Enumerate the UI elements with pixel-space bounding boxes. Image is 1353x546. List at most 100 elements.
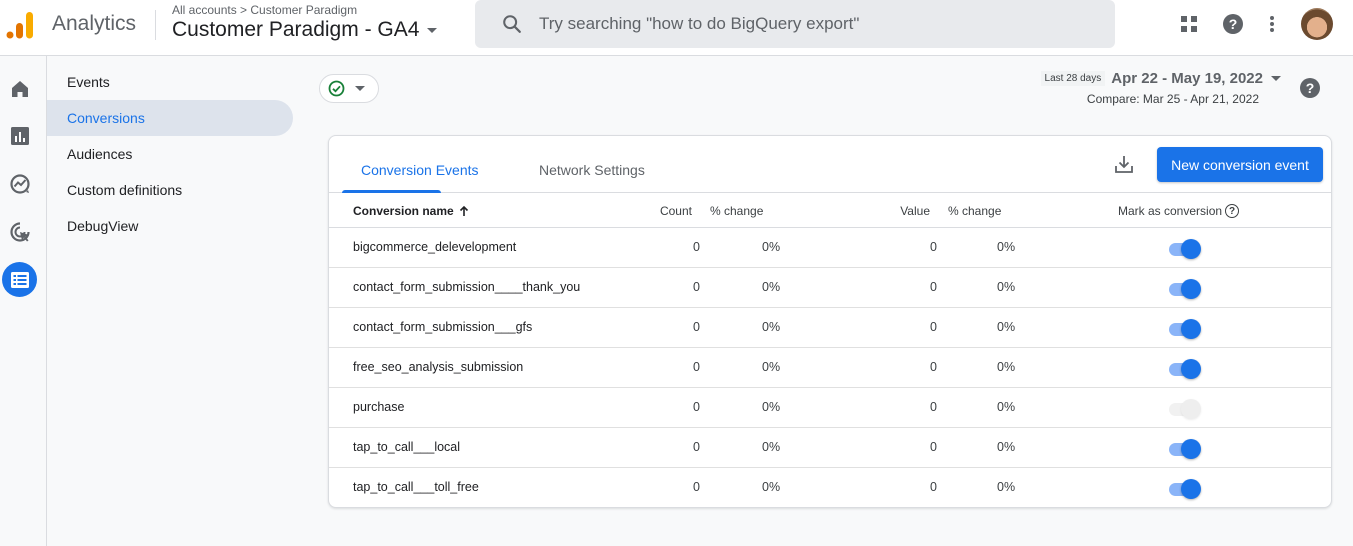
conversion-name: purchase	[353, 400, 405, 414]
rail-item-reports[interactable]	[4, 120, 36, 152]
table-row: contact_form_submission____thank_you 0 0…	[329, 268, 1331, 308]
value-change-cell: 0%	[997, 240, 1016, 254]
rail-item-configure[interactable]	[2, 262, 37, 297]
date-range-picker[interactable]: Last 28 days Apr 22 - May 19, 2022 Compa…	[1040, 70, 1281, 106]
avatar[interactable]	[1301, 8, 1333, 40]
conversion-name: contact_form_submission___gfs	[353, 320, 533, 334]
count-change-cell: 0%	[762, 240, 781, 254]
column-label: Conversion name	[353, 204, 454, 218]
count-cell: 0	[693, 240, 700, 254]
count-change-cell: 0%	[762, 280, 781, 294]
mark-as-conversion-toggle[interactable]	[1167, 478, 1203, 500]
column-header-count-change[interactable]: % change	[710, 204, 763, 218]
analytics-logo-icon[interactable]	[6, 9, 34, 39]
mark-as-conversion-toggle-disabled	[1167, 398, 1203, 420]
count-change-cell: 0%	[762, 480, 781, 494]
value-cell: 0	[930, 360, 937, 374]
count-cell: 0	[693, 320, 700, 334]
subnav-label: DebugView	[67, 218, 139, 234]
search-bar[interactable]	[475, 0, 1115, 48]
help-icon[interactable]: ?	[1221, 12, 1245, 36]
value-change-cell: 0%	[997, 320, 1016, 334]
configure-subnav: Events Conversions Audiences Custom defi…	[47, 56, 297, 244]
property-selector[interactable]: Customer Paradigm - GA4	[172, 18, 438, 42]
toggle-knob	[1181, 359, 1201, 379]
toggle-knob	[1181, 439, 1201, 459]
count-cell: 0	[693, 440, 700, 454]
rail-item-home[interactable]	[4, 73, 36, 105]
list-icon	[10, 271, 29, 288]
count-change-cell: 0%	[762, 320, 781, 334]
mark-as-conversion-toggle[interactable]	[1167, 358, 1203, 380]
value-cell: 0	[930, 440, 937, 454]
table-row: contact_form_submission___gfs 0 0% 0 0%	[329, 308, 1331, 348]
explore-icon	[10, 174, 30, 194]
rail-item-advertising[interactable]	[4, 216, 36, 248]
column-header-value-change[interactable]: % change	[948, 204, 1001, 218]
breadcrumb[interactable]: All accounts > Customer Paradigm	[172, 3, 357, 17]
help-circle-icon[interactable]: ?	[1225, 204, 1240, 218]
mark-as-conversion-toggle[interactable]	[1167, 318, 1203, 340]
count-cell: 0	[693, 400, 700, 414]
value-cell: 0	[930, 240, 937, 254]
toggle-knob	[1181, 319, 1201, 339]
table-row: free_seo_analysis_submission 0 0% 0 0%	[329, 348, 1331, 388]
mark-as-conversion-toggle[interactable]	[1167, 278, 1203, 300]
conversion-name: free_seo_analysis_submission	[353, 360, 524, 374]
comparison-filter-chip[interactable]	[319, 74, 379, 103]
mark-as-conversion-toggle[interactable]	[1167, 438, 1203, 460]
column-header-value[interactable]: Value	[900, 204, 930, 218]
conversions-card: Conversion Events Network Settings New c…	[328, 135, 1332, 508]
new-conversion-event-button[interactable]: New conversion event	[1157, 147, 1323, 182]
value-change-cell: 0%	[997, 440, 1016, 454]
count-cell: 0	[693, 280, 700, 294]
toggle-knob	[1181, 239, 1201, 259]
count-cell: 0	[693, 480, 700, 494]
download-icon[interactable]	[1113, 153, 1135, 175]
table-row: purchase 0 0% 0 0%	[329, 388, 1331, 428]
svg-text:?: ?	[1229, 16, 1238, 32]
conversion-name: tap_to_call___toll_free	[353, 480, 479, 494]
table-header: Conversion name Count % change Value % c…	[329, 193, 1331, 228]
subnav-item-debugview[interactable]: DebugView	[47, 208, 293, 244]
help-icon[interactable]: ?	[1299, 77, 1321, 99]
value-change-cell: 0%	[997, 280, 1016, 294]
value-cell: 0	[930, 280, 937, 294]
toggle-knob	[1181, 399, 1201, 419]
conversion-name: bigcommerce_delevelopment	[353, 240, 517, 254]
apps-grid-icon[interactable]	[1177, 12, 1201, 36]
left-rail	[0, 56, 47, 546]
subnav-item-conversions[interactable]: Conversions	[47, 100, 293, 136]
table-row: tap_to_call___local 0 0% 0 0%	[329, 428, 1331, 468]
chevron-down-icon	[427, 27, 438, 33]
table-row: tap_to_call___toll_free 0 0% 0 0%	[329, 468, 1331, 507]
date-range-selector[interactable]: Last 28 days Apr 22 - May 19, 2022	[1040, 70, 1281, 87]
more-vert-icon[interactable]	[1260, 12, 1284, 36]
tab-network-settings[interactable]: Network Settings	[539, 162, 645, 178]
table-body: bigcommerce_delevelopment 0 0% 0 0% cont…	[329, 228, 1331, 507]
tab-conversion-events[interactable]: Conversion Events	[361, 162, 479, 178]
column-header-conversion-name[interactable]: Conversion name	[353, 204, 470, 218]
subnav-item-events[interactable]: Events	[47, 64, 293, 100]
top-header: Analytics All accounts > Customer Paradi…	[0, 0, 1353, 56]
column-header-count[interactable]: Count	[660, 204, 692, 218]
value-cell: 0	[930, 480, 937, 494]
search-icon	[503, 15, 521, 33]
arrow-up-icon	[459, 205, 468, 216]
mark-as-conversion-toggle[interactable]	[1167, 238, 1203, 260]
toggle-knob	[1181, 479, 1201, 499]
conversion-name: tap_to_call___local	[353, 440, 461, 454]
conversion-name: contact_form_submission____thank_you	[353, 280, 581, 294]
date-range-value: Apr 22 - May 19, 2022	[1111, 70, 1263, 87]
compare-range: Compare: Mar 25 - Apr 21, 2022	[1086, 92, 1259, 106]
subnav-item-custom-definitions[interactable]: Custom definitions	[47, 172, 293, 208]
column-header-mark-as-conversion: Mark as conversion ?	[1118, 204, 1240, 218]
count-change-cell: 0%	[762, 440, 781, 454]
subnav-label: Conversions	[67, 110, 145, 126]
search-input[interactable]	[539, 14, 1099, 34]
rail-item-explore[interactable]	[4, 168, 36, 200]
subnav-item-audiences[interactable]: Audiences	[47, 136, 293, 172]
value-change-cell: 0%	[997, 360, 1016, 374]
value-cell: 0	[930, 400, 937, 414]
property-name: Customer Paradigm - GA4	[172, 18, 420, 41]
